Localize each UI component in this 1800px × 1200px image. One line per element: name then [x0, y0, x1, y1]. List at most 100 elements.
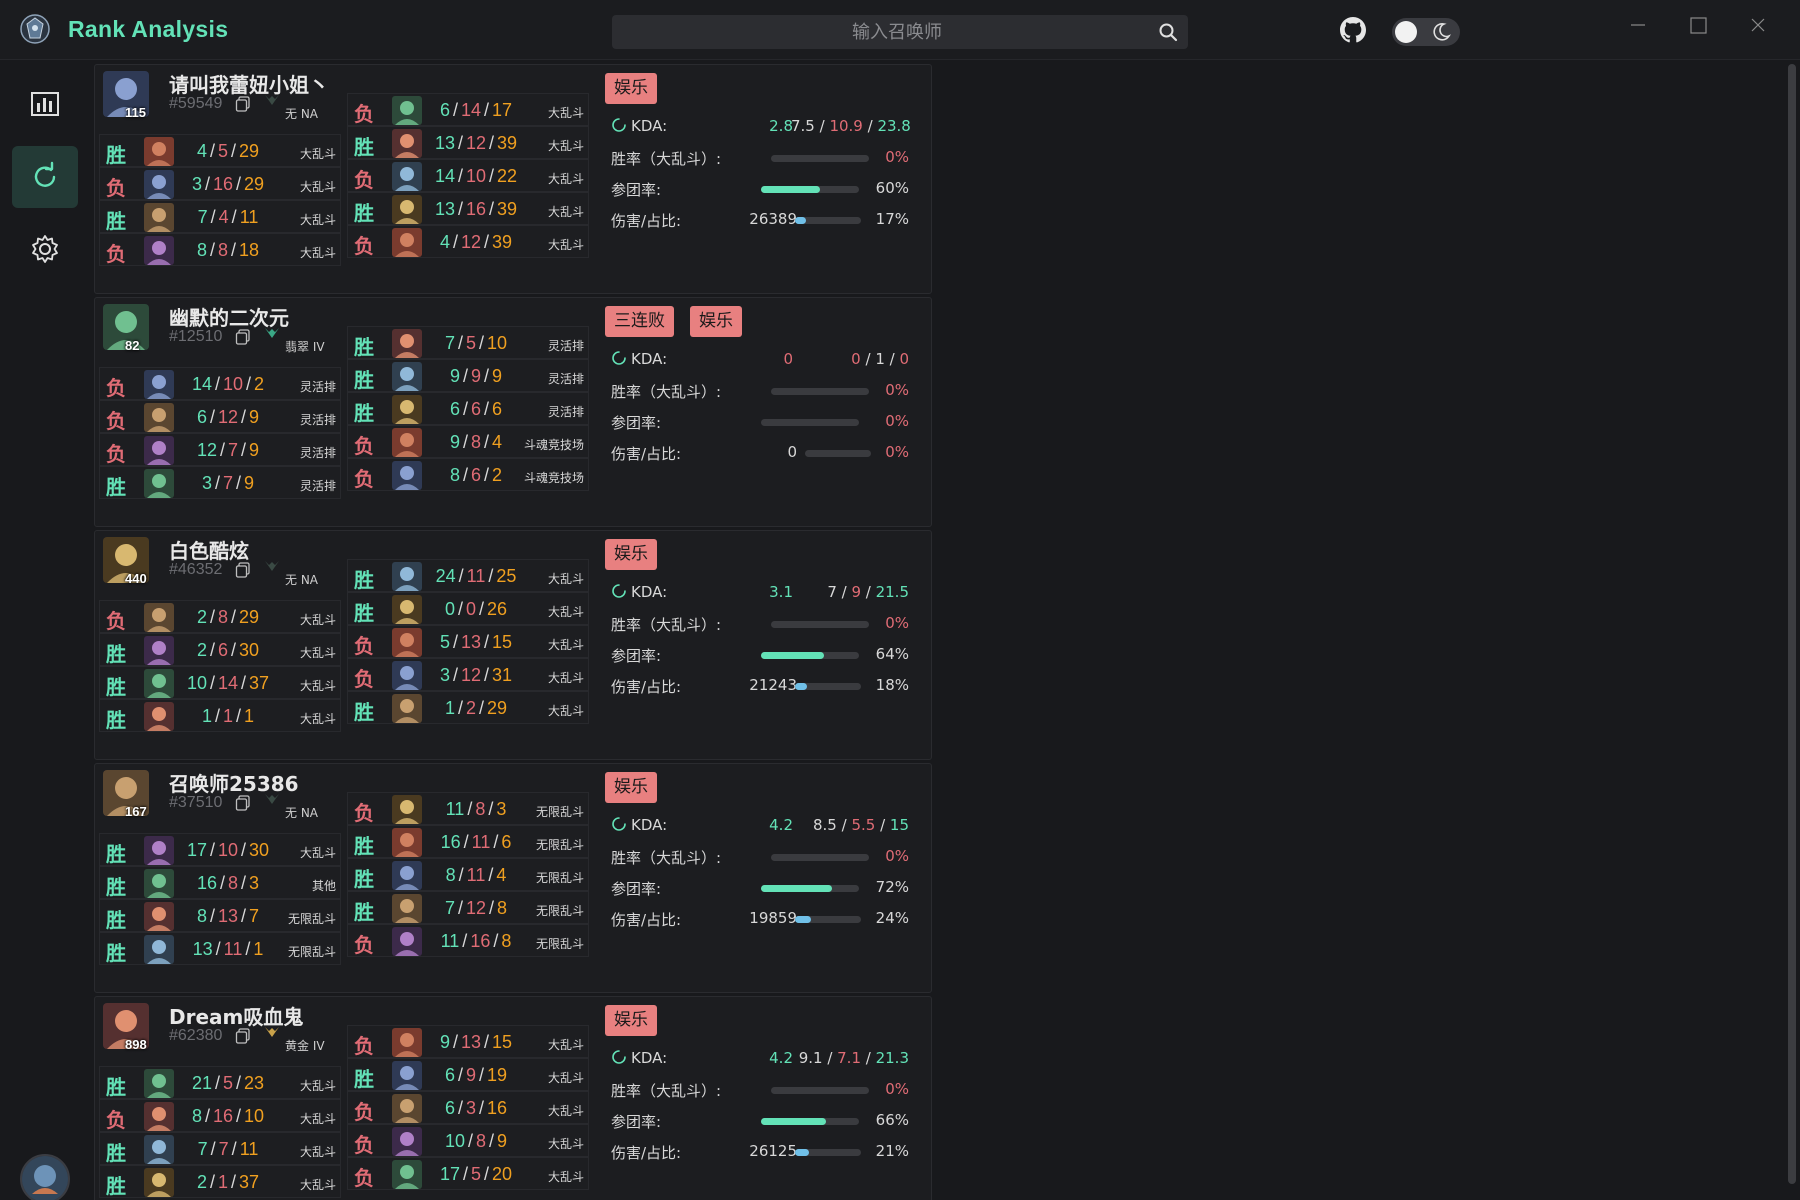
- match-row[interactable]: 胜 3/7/9 灵活排: [99, 466, 341, 499]
- maximize-icon[interactable]: [1680, 12, 1716, 42]
- match-row[interactable]: 负 8/16/10 大乱斗: [99, 1099, 341, 1132]
- copy-icon[interactable]: [235, 1028, 251, 1044]
- champion-icon[interactable]: [144, 636, 174, 665]
- champion-icon[interactable]: [144, 1069, 174, 1098]
- champion-icon[interactable]: [392, 162, 422, 191]
- champion-icon[interactable]: [392, 395, 422, 424]
- match-row[interactable]: 负 9/8/4 斗魂竞技场: [347, 425, 589, 458]
- champion-icon[interactable]: [144, 869, 174, 898]
- match-row[interactable]: 负 14/10/22 大乱斗: [347, 159, 589, 192]
- champion-icon[interactable]: [392, 1094, 422, 1123]
- player-name[interactable]: 请叫我蕾妞小姐丶: [169, 69, 329, 98]
- champion-icon[interactable]: [144, 236, 174, 265]
- match-row[interactable]: 胜 7/7/11 大乱斗: [99, 1132, 341, 1165]
- champion-icon[interactable]: [392, 1160, 422, 1189]
- match-row[interactable]: 负 9/13/15 大乱斗: [347, 1025, 589, 1058]
- match-row[interactable]: 胜 6/9/19 大乱斗: [347, 1058, 589, 1091]
- champion-icon[interactable]: [392, 329, 422, 358]
- champion-icon[interactable]: [392, 228, 422, 257]
- match-row[interactable]: 胜 2/1/37 大乱斗: [99, 1165, 341, 1198]
- match-row[interactable]: 胜 13/11/1 无限乱斗: [99, 932, 341, 965]
- match-row[interactable]: 胜 7/5/10 灵活排: [347, 326, 589, 359]
- match-row[interactable]: 负 11/8/3 无限乱斗: [347, 792, 589, 825]
- match-row[interactable]: 胜 4/5/29 大乱斗: [99, 134, 341, 167]
- match-row[interactable]: 胜 16/11/6 无限乱斗: [347, 825, 589, 858]
- champion-icon[interactable]: [392, 362, 422, 391]
- match-row[interactable]: 胜 10/14/37 大乱斗: [99, 666, 341, 699]
- champion-icon[interactable]: [392, 562, 422, 591]
- user-avatar[interactable]: [20, 1154, 70, 1200]
- champion-icon[interactable]: [392, 461, 422, 490]
- copy-icon[interactable]: [235, 795, 251, 811]
- match-row[interactable]: 负 10/8/9 大乱斗: [347, 1124, 589, 1157]
- github-icon[interactable]: [1340, 17, 1366, 43]
- champion-icon[interactable]: [144, 403, 174, 432]
- match-row[interactable]: 胜 13/12/39 大乱斗: [347, 126, 589, 159]
- champion-icon[interactable]: [144, 137, 174, 166]
- match-row[interactable]: 胜 16/8/3 其他: [99, 866, 341, 899]
- match-row[interactable]: 负 6/3/16 大乱斗: [347, 1091, 589, 1124]
- champion-icon[interactable]: [144, 1102, 174, 1131]
- match-row[interactable]: 胜 13/16/39 大乱斗: [347, 192, 589, 225]
- match-row[interactable]: 负 3/16/29 大乱斗: [99, 167, 341, 200]
- champion-icon[interactable]: [392, 595, 422, 624]
- match-row[interactable]: 胜 7/4/11 大乱斗: [99, 200, 341, 233]
- champion-icon[interactable]: [392, 129, 422, 158]
- champion-icon[interactable]: [392, 428, 422, 457]
- search-box[interactable]: [612, 15, 1188, 49]
- match-row[interactable]: 胜 2/6/30 大乱斗: [99, 633, 341, 666]
- match-row[interactable]: 负 14/10/2 灵活排: [99, 367, 341, 400]
- champion-icon[interactable]: [144, 935, 174, 964]
- scrollbar[interactable]: [1788, 64, 1796, 1184]
- champion-icon[interactable]: [392, 694, 422, 723]
- champion-icon[interactable]: [144, 836, 174, 865]
- match-row[interactable]: 负 6/14/17 大乱斗: [347, 93, 589, 126]
- champion-icon[interactable]: [144, 603, 174, 632]
- champion-icon[interactable]: [144, 1135, 174, 1164]
- champion-icon[interactable]: [392, 927, 422, 956]
- champion-icon[interactable]: [144, 203, 174, 232]
- match-row[interactable]: 胜 24/11/25 大乱斗: [347, 559, 589, 592]
- match-row[interactable]: 负 8/8/18 大乱斗: [99, 233, 341, 266]
- match-row[interactable]: 胜 17/10/30 大乱斗: [99, 833, 341, 866]
- match-row[interactable]: 负 12/7/9 灵活排: [99, 433, 341, 466]
- champion-icon[interactable]: [392, 195, 422, 224]
- match-row[interactable]: 负 17/5/20 大乱斗: [347, 1157, 589, 1190]
- nav-settings-button[interactable]: [12, 218, 78, 280]
- champion-icon[interactable]: [392, 628, 422, 657]
- champion-icon[interactable]: [144, 669, 174, 698]
- champion-icon[interactable]: [392, 1061, 422, 1090]
- champion-icon[interactable]: [392, 1127, 422, 1156]
- minimize-icon[interactable]: [1620, 12, 1656, 42]
- match-row[interactable]: 胜 9/9/9 灵活排: [347, 359, 589, 392]
- champion-icon[interactable]: [392, 1028, 422, 1057]
- match-row[interactable]: 胜 21/5/23 大乱斗: [99, 1066, 341, 1099]
- player-name[interactable]: Dream吸血鬼: [169, 1001, 303, 1030]
- copy-icon[interactable]: [235, 96, 251, 112]
- match-row[interactable]: 胜 0/0/26 大乱斗: [347, 592, 589, 625]
- match-row[interactable]: 胜 6/6/6 灵活排: [347, 392, 589, 425]
- match-row[interactable]: 负 2/8/29 大乱斗: [99, 600, 341, 633]
- toggle-knob[interactable]: [1395, 21, 1417, 43]
- close-icon[interactable]: [1740, 12, 1776, 42]
- match-row[interactable]: 负 8/6/2 斗魂竞技场: [347, 458, 589, 491]
- match-row[interactable]: 胜 1/2/29 大乱斗: [347, 691, 589, 724]
- champion-icon[interactable]: [392, 828, 422, 857]
- theme-toggle[interactable]: [1392, 18, 1460, 46]
- search-input[interactable]: [612, 15, 1142, 49]
- match-row[interactable]: 负 6/12/9 灵活排: [99, 400, 341, 433]
- champion-icon[interactable]: [144, 170, 174, 199]
- champion-icon[interactable]: [144, 370, 174, 399]
- search-icon[interactable]: [1158, 22, 1178, 42]
- match-row[interactable]: 胜 7/12/8 无限乱斗: [347, 891, 589, 924]
- champion-icon[interactable]: [144, 1168, 174, 1197]
- champion-icon[interactable]: [144, 436, 174, 465]
- champion-icon[interactable]: [144, 902, 174, 931]
- match-row[interactable]: 负 4/12/39 大乱斗: [347, 225, 589, 258]
- nav-refresh-button[interactable]: [12, 146, 78, 208]
- copy-icon[interactable]: [235, 562, 251, 578]
- nav-stats-button[interactable]: [12, 73, 78, 135]
- champion-icon[interactable]: [392, 861, 422, 890]
- champion-icon[interactable]: [144, 469, 174, 498]
- champion-icon[interactable]: [392, 894, 422, 923]
